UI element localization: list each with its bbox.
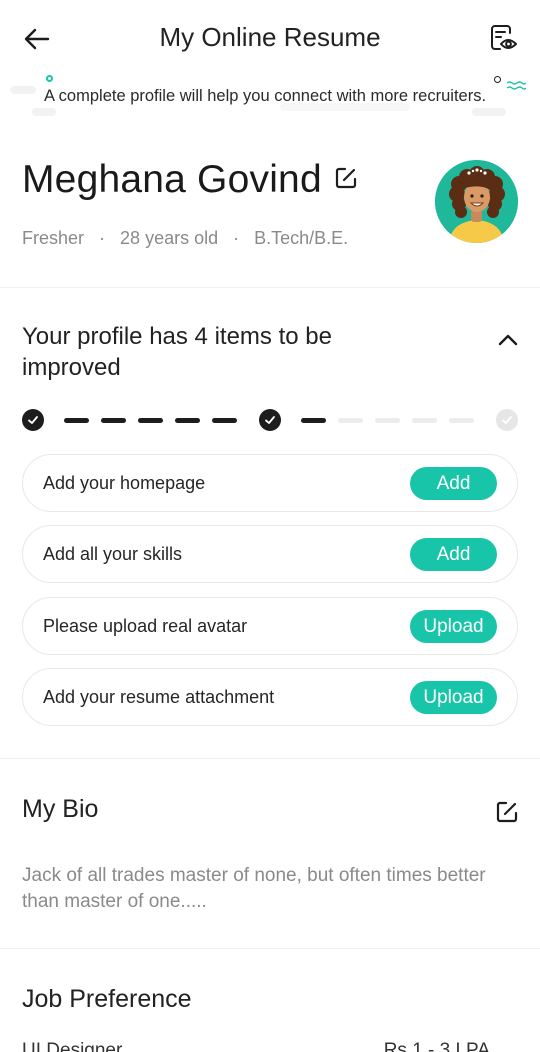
preferred-salary[interactable]: Rs 1 - 3 LPA xyxy=(384,1040,490,1052)
document-eye-icon xyxy=(491,25,517,50)
job-preference-title: Job Preference xyxy=(22,985,192,1013)
banner-decoration xyxy=(472,108,506,116)
task-item-skills: Add all your skills Add xyxy=(22,525,518,583)
improvement-progress xyxy=(22,408,518,432)
profile-tip-banner: A complete profile will help you connect… xyxy=(0,70,540,120)
task-label: Add your homepage xyxy=(43,473,206,493)
edit-icon xyxy=(335,167,357,189)
profile-name: Meghana Govind xyxy=(22,158,322,201)
meta-separator: · xyxy=(233,228,240,248)
collapse-button[interactable] xyxy=(492,324,524,356)
profile-section: Meghana Govind Fresher · 28 years old · … xyxy=(0,140,540,288)
task-item-homepage: Add your homepage Add xyxy=(22,454,518,512)
progress-dash xyxy=(138,418,163,423)
education: B.Tech/B.E. xyxy=(254,228,349,248)
bio-text: Jack of all trades master of none, but o… xyxy=(22,865,486,912)
progress-dash xyxy=(175,418,200,423)
progress-dash xyxy=(338,418,363,423)
progress-dash xyxy=(64,418,89,423)
step-complete-icon xyxy=(22,409,44,431)
progress-dash xyxy=(375,418,400,423)
preview-resume-button[interactable] xyxy=(486,20,522,56)
edit-bio-button[interactable] xyxy=(493,798,521,826)
add-skills-button[interactable]: Add xyxy=(410,538,497,571)
progress-dash xyxy=(212,418,237,423)
step-pending-icon xyxy=(496,409,518,431)
banner-decoration xyxy=(46,75,53,82)
progress-dash xyxy=(412,418,437,423)
banner-decoration xyxy=(10,86,36,94)
task-item-resume: Add your resume attachment Upload xyxy=(22,668,518,726)
age: 28 years old xyxy=(120,228,219,248)
banner-decoration xyxy=(494,76,501,83)
add-homepage-button[interactable]: Add xyxy=(410,467,497,500)
progress-dash xyxy=(449,418,474,423)
meta-separator: · xyxy=(99,228,106,248)
progress-dash xyxy=(301,418,326,423)
step-complete-icon xyxy=(259,409,281,431)
chevron-up-icon xyxy=(498,334,518,346)
task-label: Add all your skills xyxy=(43,544,183,564)
section-divider xyxy=(0,758,540,759)
upload-resume-button[interactable]: Upload xyxy=(410,681,497,714)
preferred-role[interactable]: UI Designer xyxy=(22,1040,122,1052)
experience-level: Fresher xyxy=(22,228,85,248)
bio-title: My Bio xyxy=(22,795,99,823)
task-item-avatar: Please upload real avatar Upload xyxy=(22,597,518,655)
section-divider xyxy=(0,287,540,288)
section-divider xyxy=(0,948,540,949)
avatar[interactable] xyxy=(435,160,518,243)
task-label: Add your resume attachment xyxy=(43,687,275,707)
wave-decoration-icon xyxy=(506,81,526,90)
task-label: Please upload real avatar xyxy=(43,616,248,636)
app-header: My Online Resume xyxy=(0,0,540,76)
banner-decoration xyxy=(32,108,56,116)
edit-profile-button[interactable] xyxy=(332,164,360,192)
banner-text: A complete profile will help you connect… xyxy=(44,87,487,105)
progress-dash xyxy=(101,418,126,423)
upload-avatar-button[interactable]: Upload xyxy=(410,610,497,643)
edit-icon xyxy=(496,801,518,823)
profile-meta: Fresher · 28 years old · B.Tech/B.E. xyxy=(22,228,348,249)
improvement-title: Your profile has 4 items to be improved xyxy=(22,323,332,381)
page-title: My Online Resume xyxy=(159,22,381,52)
avatar-illustration xyxy=(435,160,518,243)
